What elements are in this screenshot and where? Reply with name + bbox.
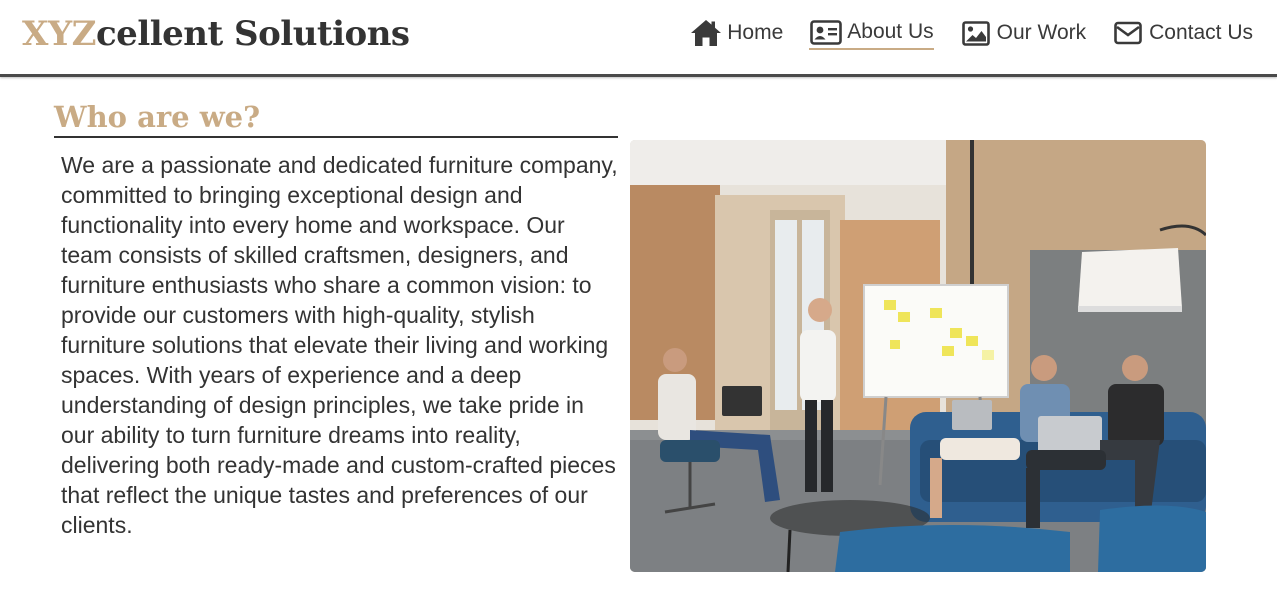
nav-item-home[interactable]: Home	[690, 16, 783, 50]
nav-item-label: Home	[727, 21, 784, 44]
id-card-icon	[809, 17, 842, 47]
nav-item-label: Contact Us	[1149, 21, 1253, 44]
logo-text: cellent Solutions	[95, 14, 410, 54]
nav-item-about-us[interactable]: About Us	[809, 16, 934, 50]
team-meeting-illustration	[630, 140, 1206, 572]
section-heading: Who are we?	[54, 100, 618, 138]
site-logo[interactable]: XYZcellent Solutions	[22, 14, 410, 54]
logo-accent-text: XYZ	[22, 14, 96, 54]
envelope-icon	[1112, 18, 1144, 48]
nav-item-contact-us[interactable]: Contact Us	[1112, 16, 1253, 50]
nav-item-label: Our Work	[996, 21, 1087, 44]
main-nav: Home About Us Our Work Contact Us	[690, 16, 1253, 50]
team-meeting-photo	[630, 140, 1206, 572]
house-icon	[690, 18, 722, 48]
about-paragraph: We are a passionate and dedicated furnit…	[61, 152, 618, 538]
nav-item-label: About Us	[847, 20, 934, 43]
site-header: XYZcellent Solutions Home About Us Our W…	[0, 0, 1277, 77]
nav-item-our-work[interactable]: Our Work	[960, 16, 1086, 50]
image-icon	[960, 18, 992, 48]
